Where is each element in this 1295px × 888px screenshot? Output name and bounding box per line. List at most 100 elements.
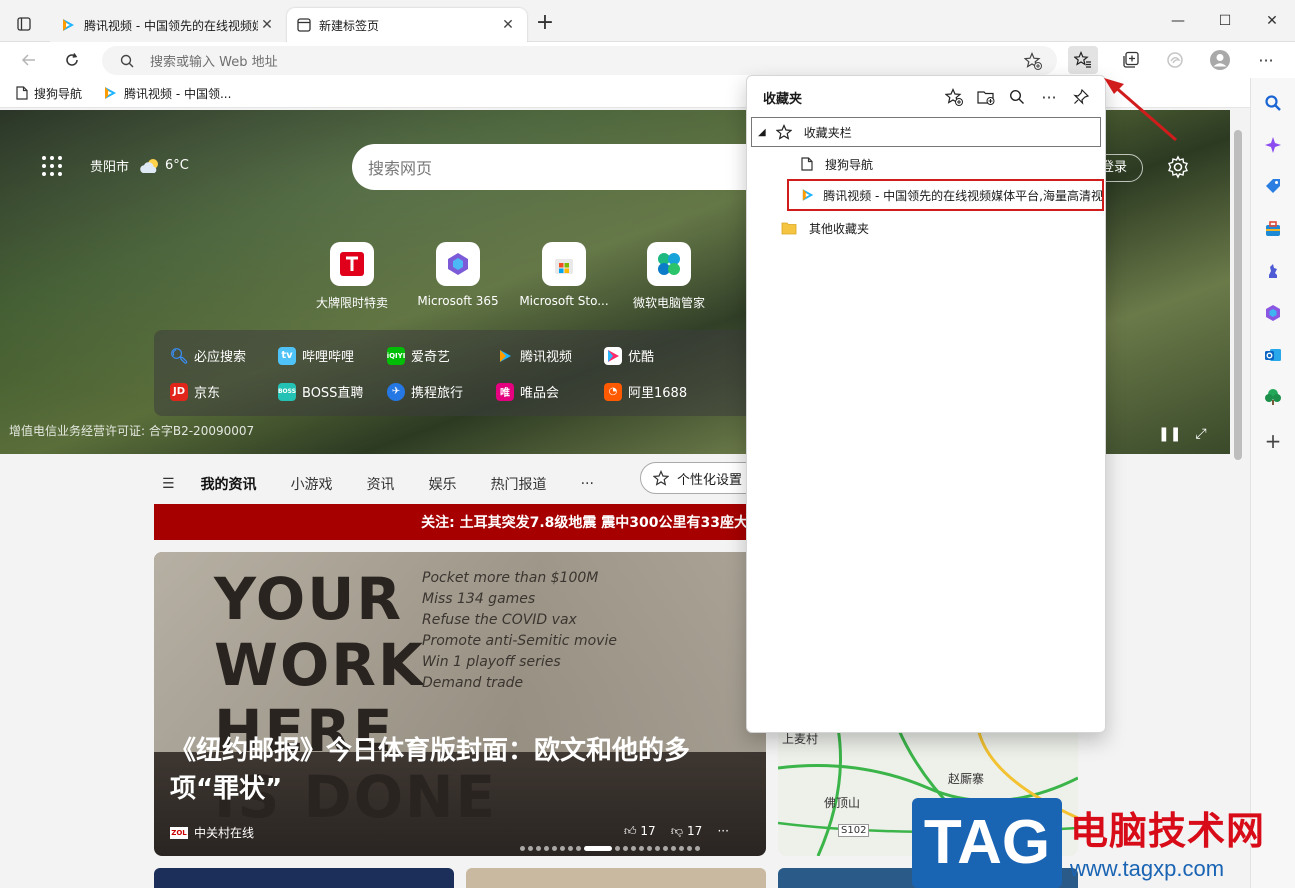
feed-tab-mini-games[interactable]: 小游戏: [291, 474, 333, 494]
hot-link-ctrip[interactable]: ✈ 携程旅行: [387, 382, 463, 401]
minimize-button[interactable]: —: [1163, 8, 1193, 34]
carousel-indicator[interactable]: [520, 846, 703, 851]
hot-link-iqiyi[interactable]: iQIYI 爱奇艺: [387, 346, 450, 365]
sidebar-discover-icon[interactable]: [1262, 134, 1284, 156]
other-favorites-folder[interactable]: 其他收藏夹: [781, 213, 869, 243]
menu-icon[interactable]: ☰: [162, 476, 175, 492]
sidebar-games-icon[interactable]: [1262, 260, 1284, 282]
address-bar[interactable]: 搜索或输入 Web 地址: [102, 46, 1057, 75]
feed-tab-my-news[interactable]: 我的资讯: [201, 474, 257, 494]
feed-tab-entertainment[interactable]: 娱乐: [429, 474, 457, 494]
add-folder-icon[interactable]: [975, 86, 997, 108]
hot-link-boss[interactable]: BOSS BOSS直聘: [278, 382, 363, 401]
bookmark-tencent-video[interactable]: 腾讯视频 - 中国领...: [102, 83, 231, 103]
new-tab-button[interactable]: +: [533, 12, 557, 36]
profile-button[interactable]: [1205, 46, 1235, 74]
bilibili-icon: tv: [278, 346, 296, 365]
breaking-news-banner[interactable]: 关注: 土耳其突发7.8级地震 震中300公里有33座大: [154, 504, 754, 540]
refresh-button[interactable]: [57, 46, 87, 74]
feed-tab-more[interactable]: ···: [581, 476, 594, 492]
hot-link-jd[interactable]: JD 京东: [170, 382, 220, 401]
tab-new-tab[interactable]: 新建标签页 ✕: [287, 8, 527, 42]
cloudy-weather-icon: [140, 158, 159, 173]
hot-link-label: 腾讯视频: [520, 350, 573, 365]
news-card-preview[interactable]: [466, 868, 766, 888]
hot-link-tencent-video[interactable]: 腾讯视频: [496, 346, 572, 365]
add-page-to-favorites-icon[interactable]: [943, 86, 965, 108]
tab-tencent-video[interactable]: 腾讯视频 - 中国领先的在线视频媒 ✕: [50, 8, 286, 42]
hot-links-panel: 🔍︎ 必应搜索 tv 哔哩哔哩 iQIYI 爱奇艺 腾讯视频 优酷 JD 京东 BOSS…: [154, 330, 754, 416]
feed-tab-news[interactable]: 资讯: [367, 474, 395, 494]
weather-widget[interactable]: 贵阳市 6°C: [90, 156, 189, 175]
maximize-button[interactable]: ☐: [1210, 8, 1240, 34]
scrollbar-thumb[interactable]: [1234, 130, 1242, 460]
hot-link-bilibili[interactable]: tv 哔哩哔哩: [278, 346, 354, 365]
personalize-star-icon: [653, 470, 669, 486]
avatar-icon: [1210, 50, 1230, 70]
like-icon[interactable]: 👍︎: [624, 824, 637, 838]
tab-close-button[interactable]: ✕: [258, 17, 276, 33]
settings-and-more-button[interactable]: ···: [1251, 46, 1281, 74]
quick-link-microsoft-store[interactable]: Microsoft Sto...: [514, 242, 614, 308]
favorites-bar-folder[interactable]: ◢ 收藏夹栏: [751, 117, 1101, 147]
quick-link-pc-manager[interactable]: 微软电脑管家: [619, 242, 719, 311]
dislike-icon[interactable]: 👎︎: [671, 824, 683, 838]
page-scrollbar[interactable]: [1230, 110, 1246, 888]
close-window-button[interactable]: ✕: [1257, 8, 1287, 34]
hot-link-1688[interactable]: ◔ 阿里1688: [604, 382, 687, 401]
folder-label: 收藏夹栏: [803, 125, 852, 140]
quick-link-microsoft-365[interactable]: Microsoft 365: [408, 242, 508, 308]
tab-actions-menu-button[interactable]: [10, 10, 38, 38]
sidebar-outlook-icon[interactable]: [1262, 344, 1284, 366]
sidebar-add-icon[interactable]: +: [1262, 429, 1284, 453]
site-watermark: TAG 电脑技术网 www.tagxp.com: [912, 798, 1290, 888]
sidebar-tools-icon[interactable]: [1262, 218, 1284, 240]
back-button[interactable]: [14, 46, 44, 74]
page-icon: [16, 86, 28, 100]
sidebar-tree-icon[interactable]: [1262, 386, 1284, 408]
new-tab-page-icon: [297, 18, 311, 32]
edge-logo-icon: [1167, 52, 1183, 68]
microsoft-365-icon: [436, 242, 480, 286]
sidebar-office-icon[interactable]: [1262, 302, 1284, 324]
hot-link-label: 必应搜索: [194, 350, 247, 365]
collapse-triangle-icon[interactable]: ◢: [758, 127, 766, 138]
favorites-button[interactable]: [1068, 46, 1098, 74]
tencent-video-icon: [802, 189, 814, 201]
list-item: Refuse the COVID vax: [422, 612, 577, 628]
add-favorite-star-icon[interactable]: [1024, 51, 1042, 70]
app-launcher-icon[interactable]: [42, 156, 64, 178]
more-options-icon[interactable]: ···: [1038, 86, 1060, 108]
more-options-icon[interactable]: ···: [717, 824, 728, 838]
expand-background-icon[interactable]: ⤢: [1192, 426, 1210, 444]
sidebar-search-icon[interactable]: [1262, 92, 1284, 114]
bookmark-label: 腾讯视频 - 中国领...: [124, 86, 232, 101]
browser-essentials-button[interactable]: [1160, 46, 1190, 74]
search-favorites-icon[interactable]: [1006, 86, 1028, 108]
feed-tab-trending[interactable]: 热门报道: [491, 474, 547, 494]
collections-button[interactable]: [1116, 46, 1146, 74]
pin-icon[interactable]: [1070, 86, 1092, 108]
hot-link-vip[interactable]: 唯唯品会: [496, 382, 559, 401]
news-source[interactable]: ZOL 中关村在线: [170, 824, 254, 841]
sidebar-shopping-icon[interactable]: [1262, 176, 1284, 198]
page-settings-gear-icon[interactable]: [1166, 155, 1190, 179]
pause-background-icon[interactable]: ❚❚: [1158, 426, 1181, 444]
favorite-item-tencent-video[interactable]: 腾讯视频 - 中国领先的在线视频媒体平台,海量高清视: [787, 179, 1104, 211]
quick-link-label: Microsoft 365: [417, 294, 499, 308]
folder-label: 其他收藏夹: [809, 221, 870, 236]
news-headline[interactable]: 《纽约邮报》今日体育版封面：欧文和他的多项“罪状”: [170, 732, 750, 808]
bookmark-sogou[interactable]: 搜狗导航: [16, 83, 82, 103]
quick-link-sale[interactable]: 大牌限时特卖: [302, 242, 402, 311]
news-card-preview[interactable]: [154, 868, 454, 888]
tab-close-button[interactable]: ✕: [499, 17, 517, 33]
favorites-panel: 收藏夹 ··· ◢ 收藏夹栏 搜狗导航 腾讯视频 - 中国领先的在线视频媒体平台…: [746, 75, 1106, 733]
hot-link-bing[interactable]: 🔍︎ 必应搜索: [169, 346, 247, 366]
quick-link-label: Microsoft Sto...: [519, 294, 609, 308]
news-card[interactable]: YOUR WORK HERE IS DONE Pocket more than …: [154, 552, 766, 856]
pc-manager-icon: [647, 242, 691, 286]
favorite-item-sogou[interactable]: 搜狗导航: [801, 149, 873, 179]
vip-icon: 唯: [496, 382, 514, 401]
license-text: 增值电信业务经营许可证: 合字B2-20090007: [9, 424, 255, 438]
hot-link-youku[interactable]: 优酷: [604, 346, 654, 365]
